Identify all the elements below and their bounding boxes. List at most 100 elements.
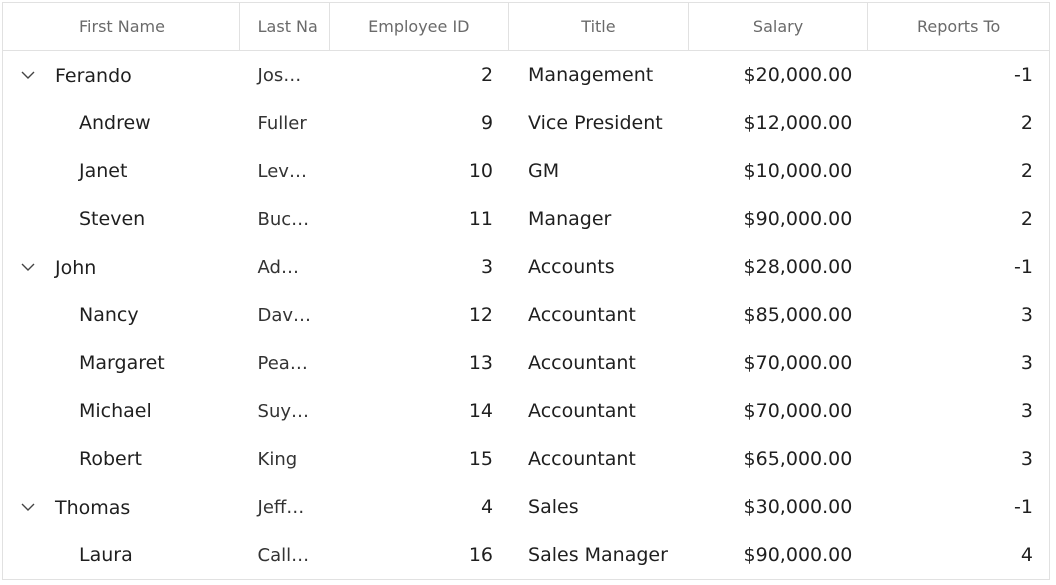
column-header-salary[interactable]: Salary xyxy=(689,3,869,50)
employee-id-cell: 14 xyxy=(468,400,494,422)
salary-cell: $28,000.00 xyxy=(743,256,853,278)
salary-cell: $70,000.00 xyxy=(743,352,853,374)
salary-cell: $10,000.00 xyxy=(743,160,853,182)
child-row[interactable]: Andrew Fuller 9 Vice President $12,000.00 2 xyxy=(3,99,1049,147)
first-name-text: Steven xyxy=(79,208,146,230)
reports-to-cell: 4 xyxy=(1020,544,1033,566)
tree-grid: First Name Last Na Employee ID Title Sal… xyxy=(2,2,1050,580)
employee-id-cell: 2 xyxy=(480,64,494,86)
reports-to-cell: -1 xyxy=(1014,64,1033,86)
column-header-first-name[interactable]: First Name xyxy=(3,3,240,50)
first-name-text: John xyxy=(55,257,97,279)
child-row[interactable]: Margaret Pea… 13 Accountant $70,000.00 3 xyxy=(3,339,1049,387)
first-name-text: Nancy xyxy=(79,304,139,326)
column-header-title[interactable]: Title xyxy=(509,3,689,50)
employee-id-cell: 9 xyxy=(480,112,494,134)
reports-to-cell: 3 xyxy=(1020,352,1033,374)
reports-to-cell: 2 xyxy=(1020,112,1033,134)
first-name-cell: Laura xyxy=(3,544,240,566)
first-name-cell: Andrew xyxy=(3,112,240,134)
first-name-text: Margaret xyxy=(79,352,165,374)
child-row[interactable]: Janet Lev… 10 GM $10,000.00 2 xyxy=(3,147,1049,195)
first-name-text: Ferando xyxy=(55,65,132,87)
first-name-cell: Steven xyxy=(3,208,240,230)
column-header-reports-to[interactable]: Reports To xyxy=(868,3,1049,50)
salary-cell: $90,000.00 xyxy=(743,208,853,230)
first-name-cell: Robert xyxy=(3,448,240,470)
parent-row[interactable]: Thomas Jeff… 4 Sales $30,000.00 -1 xyxy=(3,483,1049,531)
first-name-cell: Nancy xyxy=(3,304,240,326)
employee-id-cell: 16 xyxy=(468,544,494,566)
reports-to-cell: 2 xyxy=(1020,160,1033,182)
employee-id-cell: 10 xyxy=(468,160,494,182)
last-name-cell: King xyxy=(257,448,298,470)
last-name-cell: Jeff… xyxy=(257,496,305,518)
parent-row[interactable]: John Ad… 3 Accounts $28,000.00 -1 xyxy=(3,243,1049,291)
title-cell: Accountant xyxy=(528,304,636,326)
last-name-cell: Fuller xyxy=(257,112,307,134)
column-header-last-name[interactable]: Last Na xyxy=(240,3,330,50)
child-row[interactable]: Laura Call… 16 Sales Manager $90,000.00 4 xyxy=(3,531,1049,579)
last-name-cell: Jos… xyxy=(257,64,302,86)
first-name-text: Andrew xyxy=(79,112,151,134)
child-row[interactable]: Nancy Dav… 12 Accountant $85,000.00 3 xyxy=(3,291,1049,339)
reports-to-cell: 3 xyxy=(1020,400,1033,422)
title-cell: Accountant xyxy=(528,352,636,374)
salary-cell: $20,000.00 xyxy=(743,64,853,86)
parent-row[interactable]: Ferando Jos… 2 Management $20,000.00 -1 xyxy=(3,51,1049,99)
salary-cell: $85,000.00 xyxy=(743,304,853,326)
first-name-cell: Ferando xyxy=(3,63,240,87)
first-name-text: Michael xyxy=(79,400,152,422)
first-name-cell: Janet xyxy=(3,160,240,182)
first-name-cell: Michael xyxy=(3,400,240,422)
title-cell: Sales Manager xyxy=(528,544,668,566)
first-name-cell: Thomas xyxy=(3,495,240,519)
last-name-cell: Call… xyxy=(257,544,310,566)
column-header-employee-id[interactable]: Employee ID xyxy=(330,3,510,50)
salary-cell: $90,000.00 xyxy=(743,544,853,566)
title-cell: GM xyxy=(528,160,560,182)
child-row[interactable]: Robert King 15 Accountant $65,000.00 3 xyxy=(3,435,1049,483)
grid-header: First Name Last Na Employee ID Title Sal… xyxy=(3,3,1049,51)
child-row[interactable]: Steven Buc… 11 Manager $90,000.00 2 xyxy=(3,195,1049,243)
first-name-text: Thomas xyxy=(55,497,131,519)
last-name-cell: Dav… xyxy=(257,304,312,326)
reports-to-cell: 3 xyxy=(1020,304,1033,326)
title-cell: Sales xyxy=(528,496,579,518)
last-name-cell: Suy… xyxy=(257,400,310,422)
chevron-down-icon[interactable] xyxy=(21,500,35,514)
salary-cell: $30,000.00 xyxy=(743,496,853,518)
employee-id-cell: 11 xyxy=(468,208,494,230)
reports-to-cell: -1 xyxy=(1014,256,1033,278)
first-name-cell: Margaret xyxy=(3,352,240,374)
first-name-text: Laura xyxy=(79,544,133,566)
first-name-text: Robert xyxy=(79,448,142,470)
last-name-cell: Pea… xyxy=(257,352,308,374)
last-name-cell: Buc… xyxy=(257,208,310,230)
first-name-text: Janet xyxy=(79,160,128,182)
employee-id-cell: 3 xyxy=(480,256,494,278)
employee-id-cell: 4 xyxy=(480,496,494,518)
chevron-down-icon[interactable] xyxy=(21,68,35,82)
reports-to-cell: 3 xyxy=(1020,448,1033,470)
salary-cell: $65,000.00 xyxy=(743,448,853,470)
employee-id-cell: 15 xyxy=(468,448,494,470)
title-cell: Management xyxy=(528,64,654,86)
salary-cell: $70,000.00 xyxy=(743,400,853,422)
title-cell: Accountant xyxy=(528,448,636,470)
first-name-cell: John xyxy=(3,255,240,279)
salary-cell: $12,000.00 xyxy=(743,112,853,134)
title-cell: Manager xyxy=(528,208,612,230)
title-cell: Vice President xyxy=(528,112,663,134)
child-row[interactable]: Michael Suy… 14 Accountant $70,000.00 3 xyxy=(3,387,1049,435)
reports-to-cell: -1 xyxy=(1014,496,1033,518)
reports-to-cell: 2 xyxy=(1020,208,1033,230)
last-name-cell: Lev… xyxy=(257,160,307,182)
chevron-down-icon[interactable] xyxy=(21,260,35,274)
title-cell: Accountant xyxy=(528,400,636,422)
grid-body: Ferando Jos… 2 Management $20,000.00 -1 Andrew… xyxy=(3,51,1049,579)
title-cell: Accounts xyxy=(528,256,615,278)
employee-id-cell: 13 xyxy=(468,352,494,374)
last-name-cell: Ad… xyxy=(257,256,299,278)
employee-id-cell: 12 xyxy=(468,304,494,326)
